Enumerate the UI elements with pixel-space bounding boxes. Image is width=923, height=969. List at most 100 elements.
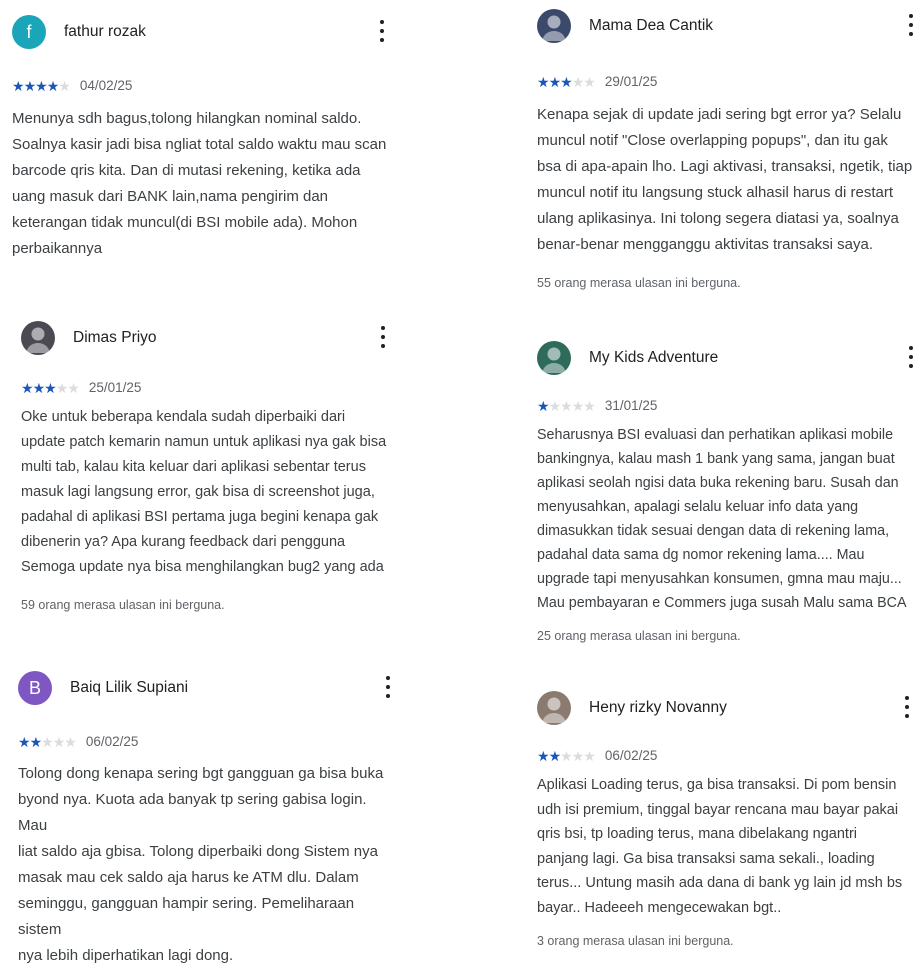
avatar-photo[interactable] [537, 9, 571, 43]
star-empty-icon: ★ [67, 379, 80, 396]
star-filled-icon: ★ [29, 733, 43, 750]
more-options-icon[interactable] [903, 12, 919, 38]
review-header: My Kids Adventure [537, 340, 919, 376]
review-header: Mama Dea Cantik [537, 8, 919, 44]
star-filled-icon: ★ [46, 77, 60, 94]
reviewer-name: Dimas Priyo [73, 329, 157, 346]
review-text-line: liat saldo aja gbisa. Tolong diperbaiki … [18, 843, 378, 860]
star-filled-icon: ★ [548, 73, 562, 90]
review-text-line: Menunya sdh bagus,tolong hilangkan nomin… [12, 110, 362, 127]
review-card: Dimas Priyo ★ ★ ★ ★ ★ 25/01/25 Oke untuk beb… [21, 320, 391, 612]
star-rating: ★ ★ ★ ★ ★ [12, 77, 71, 94]
review-meta: ★ ★ ★ ★ ★ 06/02/25 [18, 734, 396, 749]
avatar[interactable]: f [12, 15, 46, 49]
review-text-line: update patch kemarin namun untuk aplikas… [21, 434, 387, 450]
review-text-line: bayar.. Hadeeeh mengecewakan bgt.. [537, 899, 782, 916]
review-text-line: menyusahkan, apalagi selalu keluar info … [537, 499, 859, 515]
review-text: Kenapa sejak di update jadi sering bgt e… [537, 102, 919, 258]
review-header: f fathur rozak [12, 14, 390, 50]
review-card: Mama Dea Cantik ★ ★ ★ ★ ★ 29/01/25 Kenapa se… [537, 8, 919, 290]
review-text-line: Soalnya kasir jadi bisa ngliat total sal… [12, 136, 387, 153]
more-options-icon[interactable] [380, 674, 396, 700]
avatar-photo[interactable] [21, 321, 55, 355]
review-text-line: muncul notif itu langsung stuck alhasil … [537, 184, 894, 201]
review-text-line: terus... Untung masih ada dana di bank y… [537, 875, 903, 891]
review-text-line: Seharusnya BSI evaluasi dan perhatikan a… [537, 427, 894, 443]
review-text-line: padahal di aplikasi BSI pertama juga beg… [21, 509, 379, 525]
star-empty-icon: ★ [64, 733, 77, 750]
reviewer-name: Mama Dea Cantik [589, 17, 714, 34]
review-text: Seharusnya BSI evaluasi dan perhatikan a… [537, 423, 919, 615]
star-empty-icon: ★ [560, 747, 573, 764]
review-meta: ★ ★ ★ ★ ★ 06/02/25 [537, 748, 915, 763]
review-text-line: benar-benar mengganggu aktivitas transak… [537, 236, 874, 253]
review-text-line: byond nya. Kuota ada banyak tp sering ga… [18, 791, 367, 834]
star-empty-icon: ★ [583, 73, 596, 90]
reviewer-name: My Kids Adventure [589, 349, 719, 366]
review-text-line: muncul notif "Close overlapping popups",… [537, 132, 888, 149]
person-photo-icon [542, 347, 566, 373]
review-date: 06/02/25 [85, 734, 139, 749]
star-filled-icon: ★ [18, 733, 31, 750]
review-text-line: udh isi premium, tinggal bayar rencana m… [537, 801, 899, 818]
review-text-line: ulang aplikasinya. Ini tolong segera dia… [537, 210, 899, 227]
star-filled-icon: ★ [548, 747, 562, 764]
review-header: Dimas Priyo [21, 320, 391, 356]
review-date: 06/02/25 [604, 748, 658, 763]
more-options-icon[interactable] [899, 694, 915, 720]
avatar[interactable]: B [18, 671, 52, 705]
star-rating: ★ ★ ★ ★ ★ [537, 397, 596, 414]
helpful-count: 55 orang merasa ulasan ini berguna. [537, 276, 741, 290]
review-text-line: upgrade tapi menyusahkan konsumen, gmna … [537, 571, 902, 587]
review-text-line: perbaikannya [12, 240, 103, 257]
helpful-count: 25 orang merasa ulasan ini berguna. [537, 629, 741, 643]
star-empty-icon: ★ [571, 397, 585, 414]
review-text-line: keterangan tidak muncul(di BSI mobile ad… [12, 214, 358, 231]
more-options-icon[interactable] [375, 324, 391, 350]
person-photo-icon [542, 697, 566, 723]
review-card: f fathur rozak ★ ★ ★ ★ ★ 04/02/25 Menunya sd… [12, 14, 390, 262]
review-text-line: Kenapa sejak di update jadi sering bgt e… [537, 106, 902, 123]
person-photo-icon [26, 327, 50, 353]
review-meta: ★ ★ ★ ★ ★ 31/01/25 [537, 398, 919, 413]
review-date: 29/01/25 [604, 74, 658, 89]
review-text-line: Oke untuk beberapa kendala sudah diperba… [21, 409, 346, 425]
review-text-line: Tolong dong kenapa sering bgt gangguan g… [18, 765, 384, 782]
reviewer-name: fathur rozak [64, 23, 146, 40]
review-date: 25/01/25 [88, 380, 142, 395]
review-text-line: dimasukkan tidak sesuai dengan data di r… [537, 523, 890, 539]
star-empty-icon: ★ [571, 747, 585, 764]
star-filled-icon: ★ [32, 379, 46, 396]
review-text-line: barcode qris kita. Dan di mutasi rekenin… [12, 162, 361, 179]
more-options-icon[interactable] [903, 344, 919, 370]
review-header: Heny rizky Novanny [537, 690, 915, 726]
review-text-line: multi tab, kalau kita keluar dari aplika… [21, 459, 366, 475]
review-text-line: aplikasi seolah ngisi data buka rekening… [537, 475, 899, 491]
review-meta: ★ ★ ★ ★ ★ 25/01/25 [21, 380, 391, 395]
star-filled-icon: ★ [23, 77, 37, 94]
star-filled-icon: ★ [12, 77, 25, 94]
review-meta: ★ ★ ★ ★ ★ 29/01/25 [537, 74, 919, 89]
star-filled-icon: ★ [44, 379, 57, 396]
review-text: Menunya sdh bagus,tolong hilangkan nomin… [12, 106, 390, 262]
star-filled-icon: ★ [21, 379, 34, 396]
star-filled-icon: ★ [537, 747, 550, 764]
star-filled-icon: ★ [537, 73, 550, 90]
review-date: 31/01/25 [604, 398, 658, 413]
review-card: My Kids Adventure ★ ★ ★ ★ ★ 31/01/25 Seharus… [537, 340, 919, 643]
star-empty-icon: ★ [571, 73, 585, 90]
star-empty-icon: ★ [583, 397, 596, 414]
more-options-icon[interactable] [374, 18, 390, 44]
review-text-line: padahal data sama dg nomor rekening lama… [537, 547, 865, 563]
star-empty-icon: ★ [55, 379, 69, 396]
star-empty-icon: ★ [583, 747, 596, 764]
review-text-line: masak mau cek saldo aja harus ke ATM dlu… [18, 869, 359, 886]
review-text-line: qris bsi, tp loading terus, mana dibelak… [537, 826, 857, 842]
avatar-photo[interactable] [537, 341, 571, 375]
avatar-photo[interactable] [537, 691, 571, 725]
review-text: Oke untuk beberapa kendala sudah diperba… [21, 405, 391, 580]
review-text-line: Semoga update nya bisa menghilangkan bug… [21, 559, 384, 575]
review-text-line: bsa di apa-apain lho. Lagi aktivasi, tra… [537, 158, 913, 175]
star-empty-icon: ★ [52, 733, 66, 750]
review-date: 04/02/25 [79, 78, 133, 93]
